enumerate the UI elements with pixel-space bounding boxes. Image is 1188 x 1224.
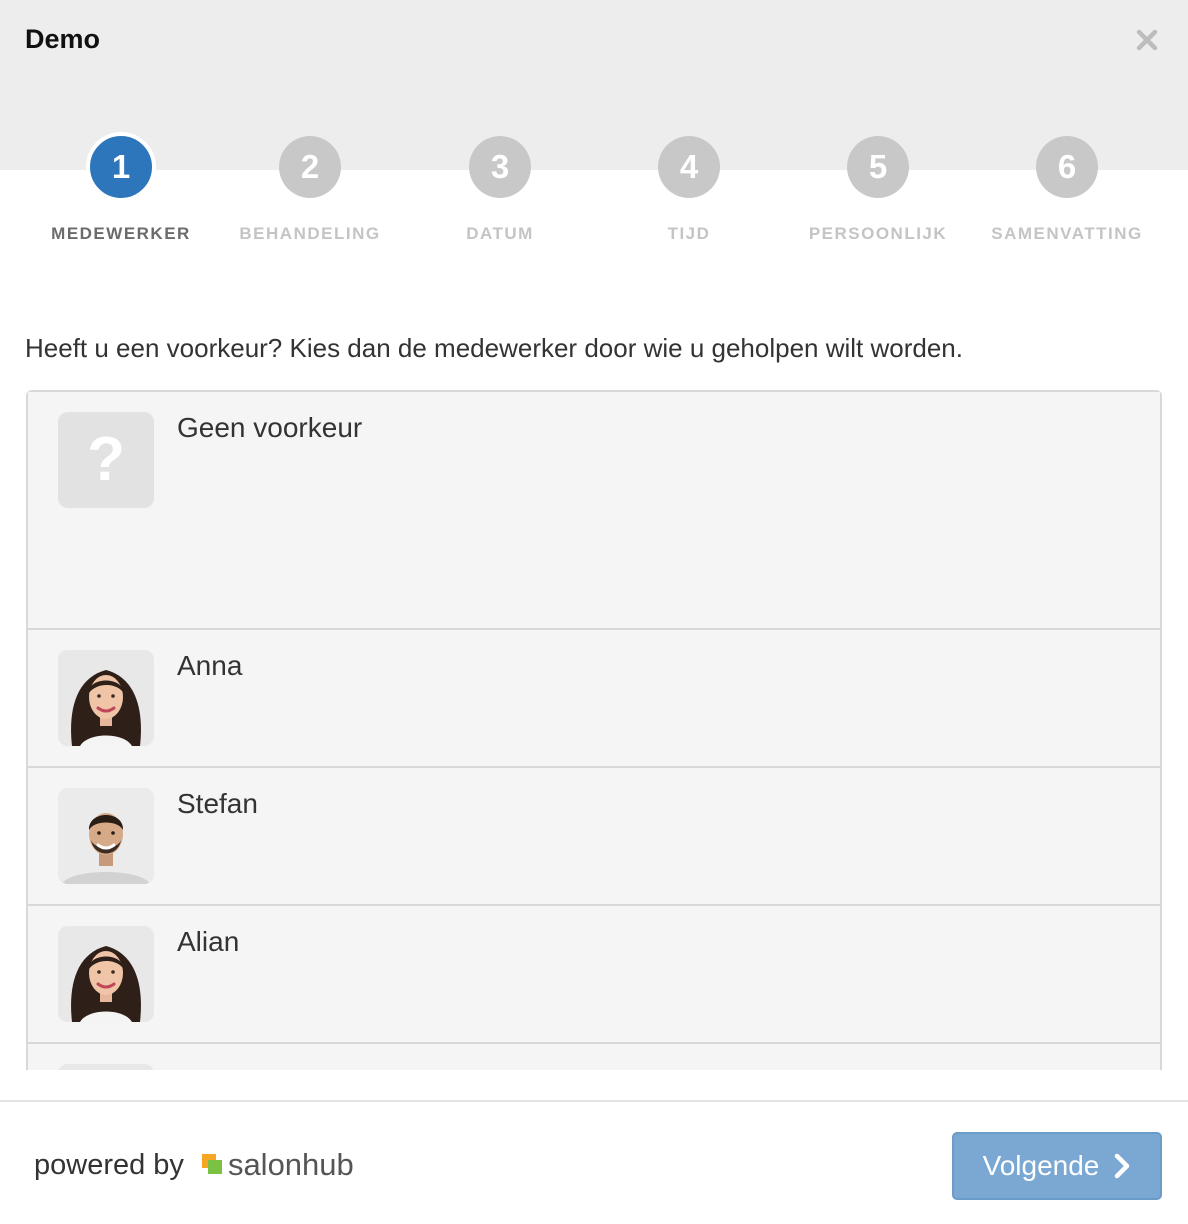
staff-name: Geen voorkeur: [177, 412, 363, 443]
salonhub-logo-icon: [201, 1154, 222, 1174]
next-button[interactable]: Volgende: [952, 1132, 1162, 1200]
avatar: [58, 926, 154, 1022]
staff-option-no-preference[interactable]: ? Geen voorkeur: [28, 392, 1160, 630]
staff-list-scroll[interactable]: ? Geen voorkeur Anna Stefan Alian: [26, 390, 1162, 1070]
step-number: 6: [1036, 136, 1098, 198]
step-tijd: 4 TIJD: [594, 136, 784, 256]
staff-option-partial[interactable]: [28, 1044, 1160, 1070]
staff-option-anna[interactable]: Anna: [28, 630, 1160, 768]
chevron-right-icon: [1115, 1153, 1130, 1179]
avatar: [58, 1064, 154, 1070]
staff-list: ? Geen voorkeur Anna Stefan Alian: [26, 390, 1162, 1070]
question-mark-icon: ?: [58, 412, 154, 508]
brand-name: salonhub: [227, 1147, 354, 1182]
instruction-text: Heeft u een voorkeur? Kies dan de medewe…: [25, 333, 963, 363]
step-samenvatting: 6 SAMENVATTING: [972, 136, 1162, 256]
avatar: [58, 788, 154, 884]
staff-name: Anna: [177, 650, 243, 681]
step-number: 1: [86, 132, 156, 202]
next-button-label: Volgende: [982, 1150, 1100, 1181]
step-label: PERSOONLIJK: [808, 224, 948, 243]
powered-by: powered by salonhub: [34, 1145, 354, 1185]
step-label: TIJD: [667, 224, 711, 243]
step-number: 5: [847, 136, 909, 198]
staff-name: Stefan: [177, 788, 258, 819]
step-number: 3: [469, 136, 531, 198]
step-label: BEHANDELING: [239, 224, 381, 243]
step-datum: 3 DATUM: [405, 136, 595, 256]
step-behandeling: 2 BEHANDELING: [215, 136, 405, 256]
step-label: MEDEWERKER: [51, 224, 191, 243]
powered-by-text: powered by: [34, 1148, 184, 1181]
avatar: [58, 650, 154, 746]
step-persoonlijk: 5 PERSOONLIJK: [783, 136, 973, 256]
step-number: 4: [658, 136, 720, 198]
step-label: DATUM: [466, 224, 534, 243]
step-number: 2: [279, 136, 341, 198]
staff-option-stefan[interactable]: Stefan: [28, 768, 1160, 906]
step-medewerker: 1 MEDEWERKER: [26, 132, 216, 256]
footer-divider: [0, 1100, 1188, 1102]
step-indicator: 1 MEDEWERKER 2 BEHANDELING 3 DATUM 4 TIJ…: [0, 0, 1188, 260]
staff-option-alian[interactable]: Alian: [28, 906, 1160, 1044]
step-label: SAMENVATTING: [991, 224, 1143, 243]
staff-name: Alian: [177, 926, 240, 957]
